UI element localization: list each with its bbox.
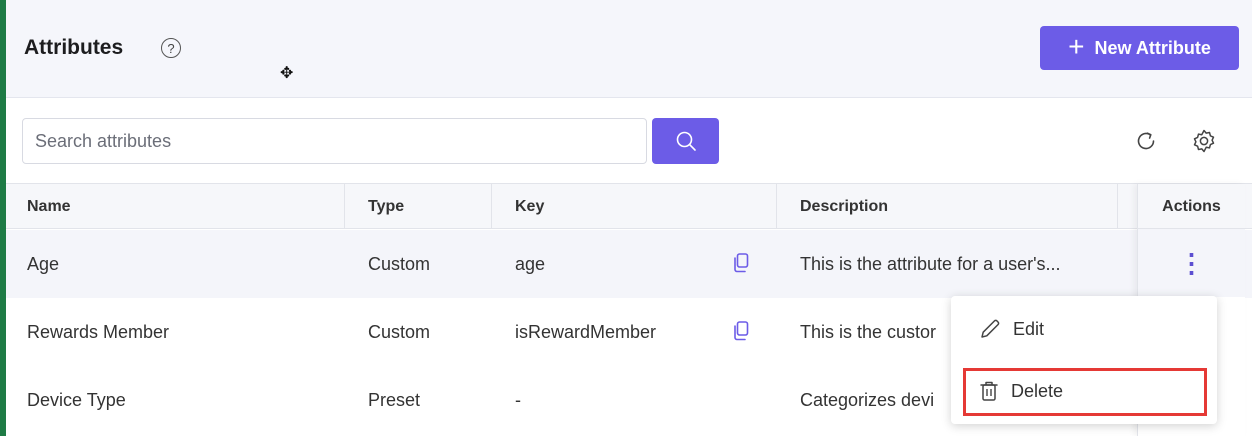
page-title: Attributes (24, 36, 124, 59)
column-header-description[interactable]: Description (800, 184, 888, 229)
delete-highlight-box (963, 368, 1207, 416)
row-actions-cell: ⋮ (1138, 229, 1245, 297)
cell-type: Custom (368, 254, 431, 274)
column-header-key[interactable]: Key (515, 184, 544, 229)
search-icon (676, 131, 696, 151)
cell-key: - (515, 390, 521, 410)
kebab-icon[interactable]: ⋮ (1179, 250, 1205, 276)
table-row[interactable]: Age Custom age This is the attribute for… (6, 230, 1252, 298)
cell-description: Categorizes devi (800, 390, 935, 410)
menu-item-edit[interactable]: Edit (951, 302, 1217, 356)
cell-description: This is the attribute for a user's... (800, 254, 1061, 274)
column-divider (1117, 184, 1118, 229)
settings-icon (1193, 129, 1215, 153)
cell-description: This is the custor (800, 322, 937, 342)
refresh-icon (1137, 132, 1155, 150)
cell-name: Device Type (27, 390, 126, 410)
copy-icon[interactable] (733, 253, 749, 273)
column-divider (776, 184, 777, 229)
cell-type: Preset (368, 390, 421, 410)
cell-name: Age (27, 254, 60, 274)
search-button[interactable] (652, 118, 719, 164)
settings-button[interactable] (1188, 124, 1220, 158)
help-icon[interactable]: ? (161, 38, 181, 58)
column-header-name[interactable]: Name (27, 184, 71, 229)
cell-name: Rewards Member (27, 322, 170, 342)
menu-item-edit-label: Edit (1013, 318, 1045, 339)
column-divider (491, 184, 492, 229)
table-header: Name Type Key Description (6, 184, 1252, 229)
row-action-menu: Edit Delete (951, 296, 1217, 424)
refresh-button[interactable] (1130, 124, 1162, 158)
column-header-actions: Actions (1138, 184, 1245, 229)
search-input[interactable] (22, 118, 647, 164)
new-attribute-label: New Attribute (1094, 37, 1211, 58)
edit-icon (981, 319, 1000, 338)
column-header-type[interactable]: Type (368, 184, 404, 229)
new-attribute-button[interactable]: + New Attribute (1040, 26, 1239, 70)
cell-type: Custom (368, 322, 431, 342)
cell-key: age (515, 254, 546, 274)
move-cursor-icon: ✥ (280, 65, 294, 82)
page-header: Attributes ? ✥ + New Attribute (6, 0, 1252, 98)
copy-icon[interactable] (733, 321, 749, 341)
plus-icon: + (1068, 30, 1085, 62)
column-divider (344, 184, 345, 229)
cell-key: isRewardMember (515, 322, 657, 342)
